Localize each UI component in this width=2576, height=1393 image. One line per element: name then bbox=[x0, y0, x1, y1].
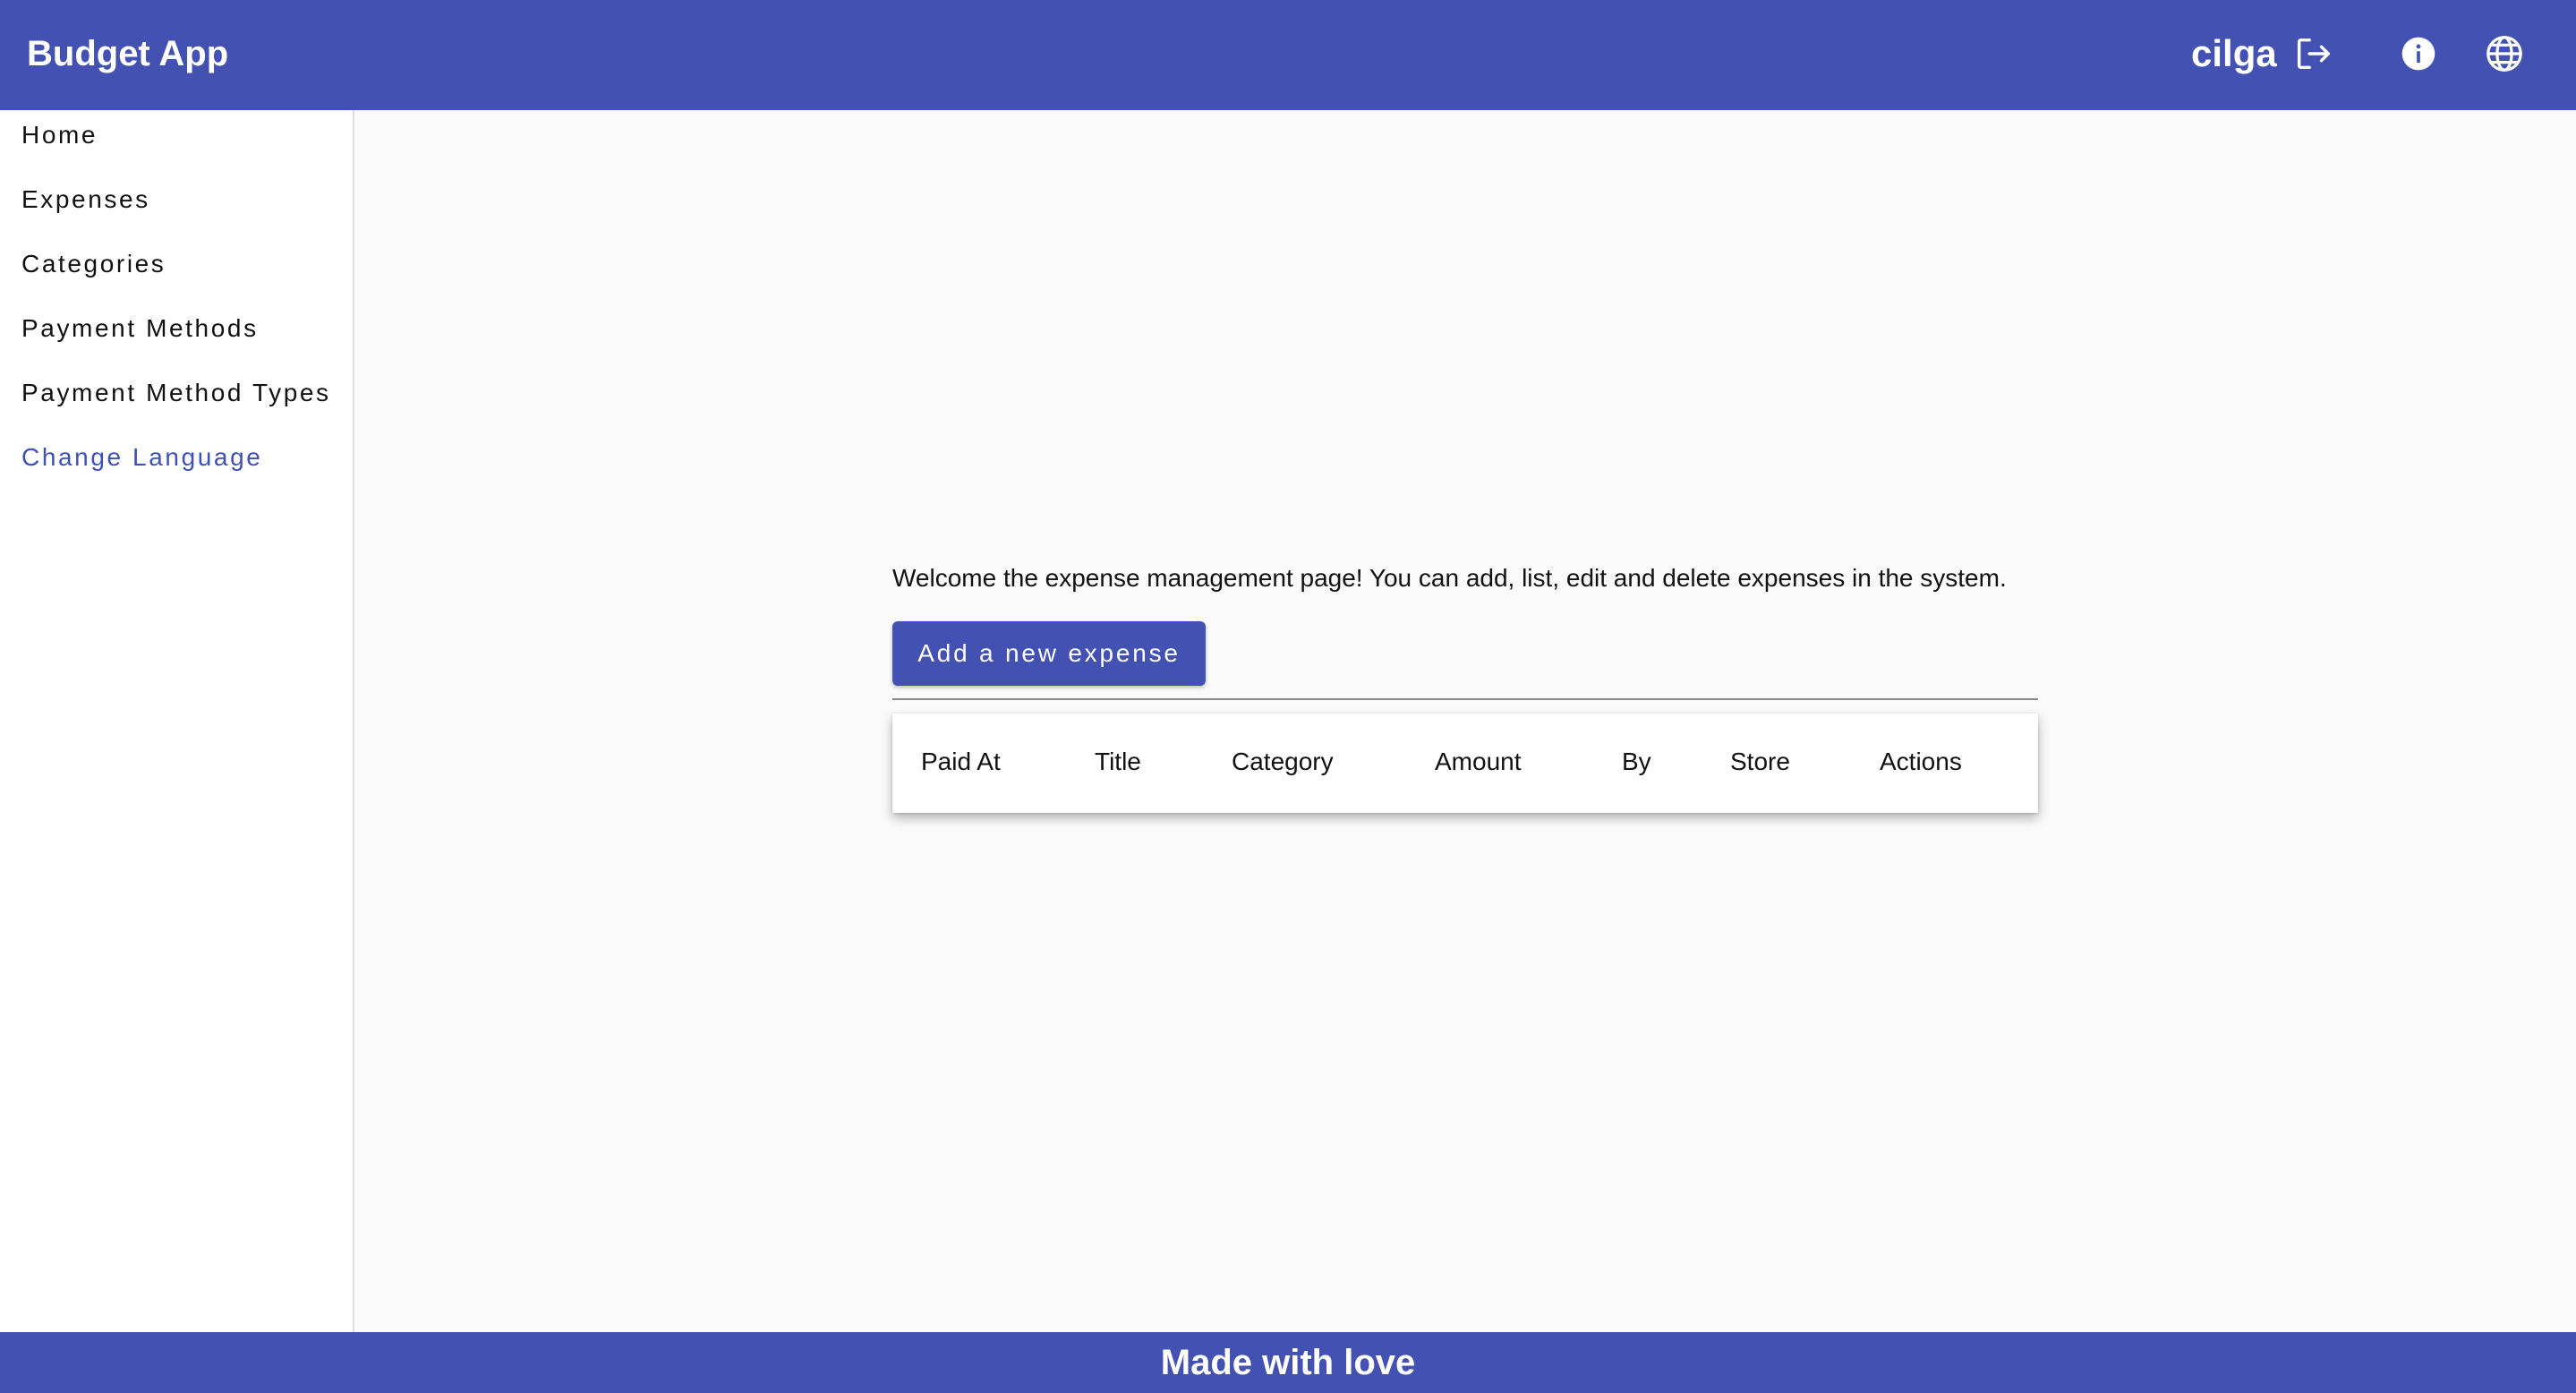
language-button[interactable] bbox=[2479, 29, 2529, 79]
add-expense-button[interactable]: Add a new expense bbox=[892, 621, 1206, 686]
logout-icon bbox=[2297, 38, 2330, 70]
sidebar-item-payment-methods[interactable]: Payment Methods bbox=[21, 312, 259, 345]
main-content: Welcome the expense management page! You… bbox=[354, 110, 2576, 1332]
info-button[interactable] bbox=[2393, 29, 2444, 79]
sidebar: Home Expenses Categories Payment Methods… bbox=[0, 110, 354, 1332]
footer: Made with love bbox=[0, 1332, 2576, 1393]
sidebar-item-change-language[interactable]: Change Language bbox=[21, 441, 262, 474]
sidebar-item-payment-method-types[interactable]: Payment Method Types bbox=[21, 377, 331, 409]
welcome-text: Welcome the expense management page! You… bbox=[892, 564, 2007, 592]
column-header-store[interactable]: Store bbox=[1730, 746, 1790, 778]
column-header-title[interactable]: Title bbox=[1095, 746, 1141, 778]
sidebar-item-home[interactable]: Home bbox=[21, 119, 98, 151]
column-header-paid-at[interactable]: Paid At bbox=[921, 746, 1001, 778]
column-header-by[interactable]: By bbox=[1622, 746, 1651, 778]
expenses-table: Paid At Title Category Amount By Store A… bbox=[892, 714, 2038, 813]
app-header: Budget App cilga bbox=[0, 0, 2576, 110]
column-header-category[interactable]: Category bbox=[1232, 746, 1334, 778]
globe-icon bbox=[2486, 36, 2522, 72]
app-title: Budget App bbox=[27, 34, 229, 73]
sidebar-item-expenses[interactable]: Expenses bbox=[21, 184, 150, 216]
divider bbox=[892, 698, 2038, 700]
user-name: cilga bbox=[2191, 32, 2277, 74]
column-header-amount[interactable]: Amount bbox=[1435, 746, 1522, 778]
sidebar-item-categories[interactable]: Categories bbox=[21, 248, 166, 280]
info-icon bbox=[2401, 37, 2435, 71]
logout-button[interactable] bbox=[2288, 29, 2338, 79]
column-header-actions: Actions bbox=[1880, 748, 1962, 775]
